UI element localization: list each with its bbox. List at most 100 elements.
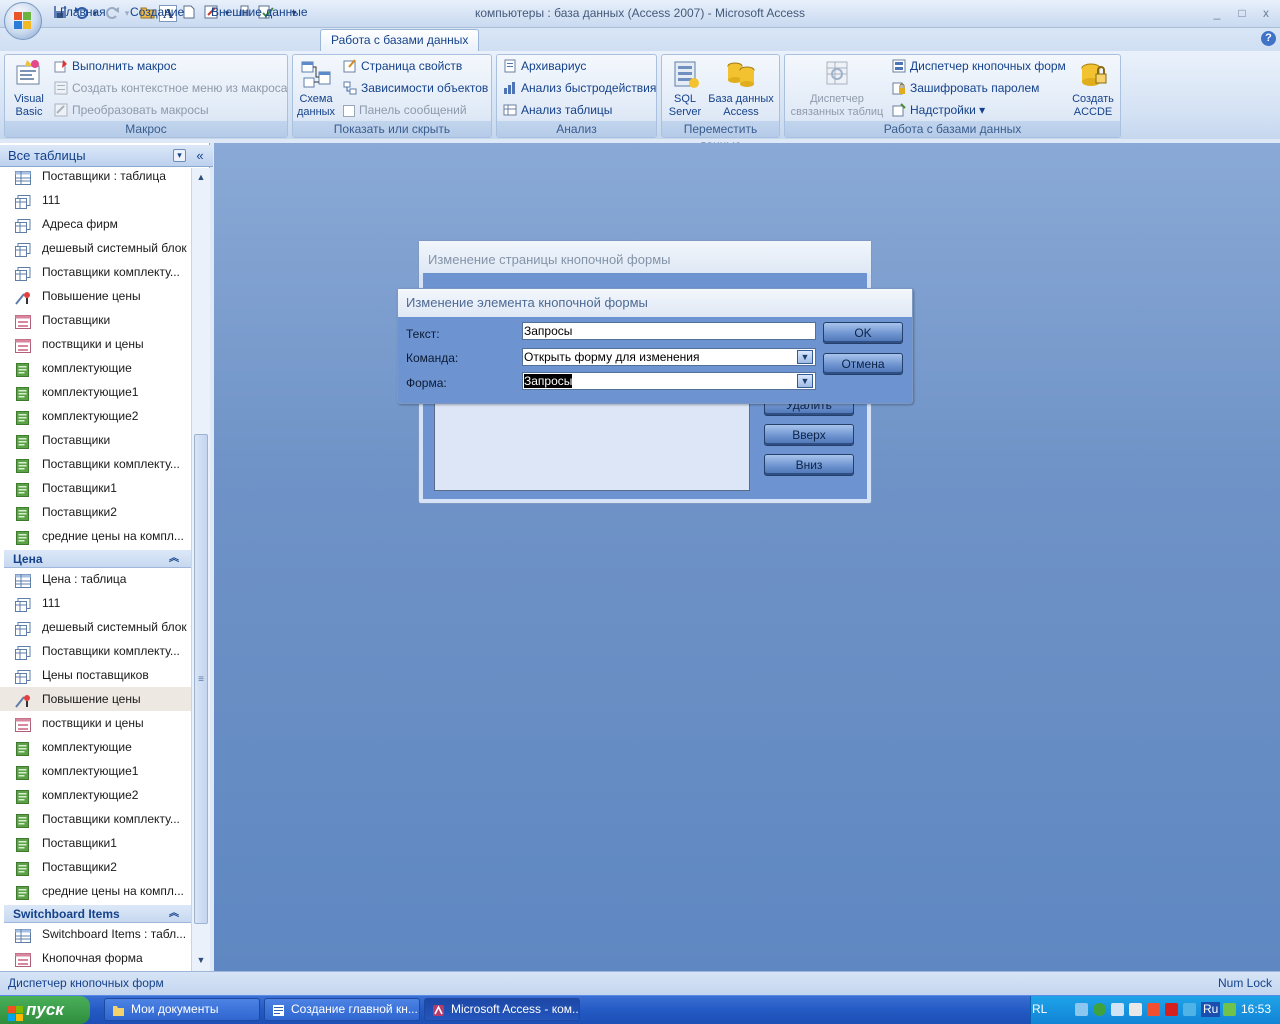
task-my-documents[interactable]: Мои документы: [104, 998, 260, 1021]
tab-database-tools[interactable]: Работа с базами данных: [320, 29, 480, 51]
move-up-button[interactable]: Вверх: [764, 424, 854, 446]
network-icon[interactable]: [1075, 1003, 1088, 1016]
nav-item[interactable]: поствщики и цены: [0, 332, 191, 356]
keyboard-layout-indicator[interactable]: Ru: [1201, 1002, 1221, 1017]
nav-item[interactable]: Поставщики: [0, 428, 191, 452]
nav-item[interactable]: комплектующие2: [0, 783, 191, 807]
nav-dropdown-icon[interactable]: ▾: [173, 149, 186, 162]
switchboard-manager-button[interactable]: Диспетчер кнопочных форм: [892, 56, 1066, 76]
message-bar-checkbox[interactable]: Панель сообщений: [343, 100, 467, 120]
run-macro-button[interactable]: Выполнить макрос: [54, 56, 176, 76]
office-button[interactable]: [4, 2, 42, 40]
form-select[interactable]: Запросы: [522, 372, 816, 390]
nav-item[interactable]: Поставщики1: [0, 831, 191, 855]
encrypt-password-button[interactable]: Зашифровать паролем: [892, 78, 1039, 98]
nav-item[interactable]: Цена : таблица: [0, 567, 191, 591]
help-icon[interactable]: ?: [1261, 31, 1276, 46]
volume-icon[interactable]: [1111, 1003, 1124, 1016]
nav-item[interactable]: комплектующие: [0, 735, 191, 759]
nav-group-price[interactable]: Цена ︽: [4, 550, 191, 568]
object-dependencies-button[interactable]: Зависимости объектов: [343, 78, 488, 98]
nav-item[interactable]: поствщики и цены: [0, 711, 191, 735]
make-accde-button[interactable]: Создать ACCDE: [1068, 58, 1118, 119]
nav-item[interactable]: Поставщики комплекту...: [0, 639, 191, 663]
sql-server-button[interactable]: SQL Server: [665, 58, 705, 119]
query-icon: [15, 241, 31, 257]
task-word-document[interactable]: Создание главной кн...: [264, 998, 420, 1021]
analyze-performance-button[interactable]: Анализ быстродействия: [503, 78, 656, 98]
language-indicator[interactable]: RL: [1032, 996, 1047, 1023]
tab-create[interactable]: Создание: [120, 2, 194, 24]
nav-item[interactable]: Цены поставщиков: [0, 663, 191, 687]
chevron-down-icon[interactable]: ▼: [797, 374, 813, 388]
convert-macros-button[interactable]: Преобразовать макросы: [54, 100, 209, 120]
analyze-table-button[interactable]: Анализ таблицы: [503, 100, 612, 120]
nav-item[interactable]: дешевый системный блок: [0, 615, 191, 639]
nav-item[interactable]: комплектующие1: [0, 380, 191, 404]
access-database-button[interactable]: База данных Access: [706, 58, 776, 119]
tab-external-data[interactable]: Внешние данные: [201, 2, 318, 24]
scroll-down-icon[interactable]: ▼: [194, 953, 208, 967]
query-icon: [15, 644, 31, 660]
nav-item[interactable]: Поставщики: [0, 308, 191, 332]
documenter-button[interactable]: Архивариус: [503, 56, 586, 76]
nav-item[interactable]: Switchboard Items : табл...: [0, 922, 191, 946]
office-logo-icon: [14, 12, 32, 30]
task-microsoft-access[interactable]: Microsoft Access - ком...: [424, 998, 580, 1021]
tab-home[interactable]: Главная: [50, 2, 116, 24]
nav-item[interactable]: Поставщики2: [0, 500, 191, 524]
nav-item[interactable]: 111: [0, 188, 191, 212]
relationships-button[interactable]: Схема данных: [294, 58, 338, 119]
cancel-button[interactable]: Отмена: [823, 353, 903, 375]
ok-button[interactable]: OK: [823, 322, 903, 344]
nav-item[interactable]: Поставщики : таблица: [0, 164, 191, 188]
nav-item[interactable]: Адреса фирм: [0, 212, 191, 236]
scroll-up-icon[interactable]: ▲: [194, 170, 208, 184]
messenger-icon[interactable]: [1129, 1003, 1142, 1016]
antivirus-icon[interactable]: [1165, 1003, 1178, 1016]
start-button[interactable]: пуск: [0, 996, 90, 1024]
nav-item[interactable]: комплектующие: [0, 356, 191, 380]
query-icon: [15, 620, 31, 636]
nav-collapse-icon[interactable]: «: [193, 145, 207, 167]
analyze-table-label: Анализ таблицы: [521, 103, 613, 117]
nav-group-switchboard[interactable]: Switchboard Items ︽: [4, 905, 191, 923]
tools-icon[interactable]: [1183, 1003, 1196, 1016]
chevron-up-icon: ︽: [169, 553, 179, 564]
nav-scrollbar[interactable]: ▲ ≡ ▼: [191, 168, 210, 971]
nav-item[interactable]: Повышение цены: [0, 687, 191, 711]
switchboard-items-list[interactable]: [434, 396, 750, 491]
nav-item[interactable]: Повышение цены: [0, 284, 191, 308]
nav-item[interactable]: средние цены на компл...: [0, 524, 191, 548]
nav-item[interactable]: 111: [0, 591, 191, 615]
speaker-icon[interactable]: [1147, 1003, 1160, 1016]
create-shortcut-menu-button[interactable]: Создать контекстное меню из макроса: [54, 78, 287, 98]
nav-item[interactable]: Поставщики2: [0, 855, 191, 879]
property-sheet-button[interactable]: Страница свойств: [343, 56, 462, 76]
nav-item[interactable]: Поставщики комплекту...: [0, 260, 191, 284]
nav-item-label: Поставщики комплекту...: [42, 457, 180, 471]
chevron-down-icon[interactable]: ▼: [797, 350, 813, 364]
nav-item[interactable]: Поставщики комплекту...: [0, 807, 191, 831]
nav-item[interactable]: Поставщики комплекту...: [0, 452, 191, 476]
scroll-thumb[interactable]: ≡: [194, 434, 208, 924]
nav-item[interactable]: Поставщики1: [0, 476, 191, 500]
add-ins-button[interactable]: Надстройки ▾: [892, 100, 985, 120]
minimize-button[interactable]: _: [1208, 5, 1226, 21]
linked-table-manager-button[interactable]: Диспетчер связанных таблиц: [787, 58, 887, 119]
nav-item[interactable]: комплектующие1: [0, 759, 191, 783]
visual-basic-button[interactable]: Visual Basic: [8, 58, 50, 119]
nav-item[interactable]: средние цены на компл...: [0, 879, 191, 903]
status-circle-icon[interactable]: [1093, 1003, 1106, 1016]
query-icon: [15, 265, 31, 281]
nav-item-label: поствщики и цены: [42, 337, 144, 351]
maximize-button[interactable]: □: [1233, 5, 1251, 21]
text-input[interactable]: Запросы: [522, 322, 816, 340]
nav-item[interactable]: дешевый системный блок: [0, 236, 191, 260]
move-down-button[interactable]: Вниз: [764, 454, 854, 476]
nvidia-icon[interactable]: [1223, 1003, 1236, 1016]
close-button[interactable]: x: [1257, 5, 1275, 21]
nav-item[interactable]: Кнопочная форма: [0, 946, 191, 970]
nav-item[interactable]: комплектующие2: [0, 404, 191, 428]
command-select[interactable]: Открыть форму для изменения: [522, 348, 816, 366]
